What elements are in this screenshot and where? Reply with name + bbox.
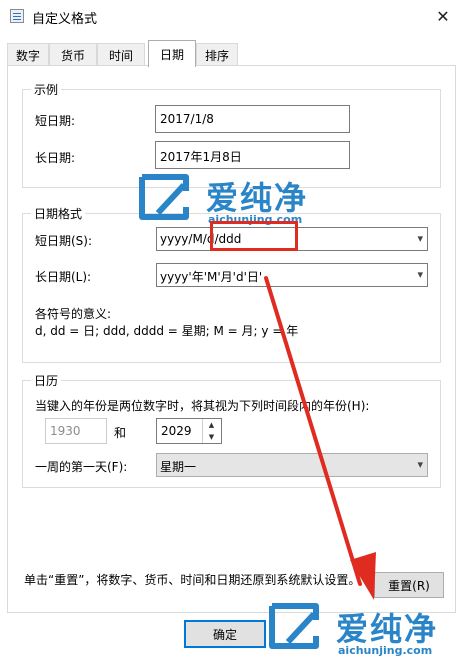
short-date-value: yyyy/M/d/ddd <box>160 232 242 246</box>
reset-button[interactable]: 重置(R) <box>374 572 444 598</box>
spin-down-icon[interactable]: ▼ <box>203 431 220 443</box>
tab-time[interactable]: 时间 <box>97 43 145 66</box>
year-from-field: 1930 <box>45 418 107 444</box>
window-title: 自定义格式 <box>32 12 98 27</box>
two-digit-year-text: 当键入的年份是两位数字时，将其视为下列时间段内的年份(H): <box>35 399 370 413</box>
chevron-down-icon[interactable]: ▾ <box>417 458 423 471</box>
tab-currency[interactable]: 货币 <box>49 43 97 66</box>
year-spinner[interactable]: ▲ ▼ <box>202 419 220 443</box>
example-long-value: 2017年1月8日 <box>155 141 350 169</box>
first-day-label: 一周的第一天(F): <box>35 460 128 474</box>
example-long-label: 长日期: <box>35 151 76 165</box>
chevron-down-icon[interactable]: ▾ <box>417 268 423 281</box>
example-legend: 示例 <box>31 81 62 98</box>
tab-date[interactable]: 日期 <box>148 40 196 67</box>
and-label: 和 <box>114 426 127 440</box>
spin-up-icon[interactable]: ▲ <box>203 419 220 431</box>
watermark-url: aichunjing.com <box>338 644 433 657</box>
long-date-combo[interactable]: yyyy'年'M'月'd'日' ▾ <box>156 263 428 287</box>
symbol-meaning-title: 各符号的意义: <box>35 307 112 321</box>
calendar-legend: 日历 <box>31 372 62 389</box>
example-short-label: 短日期: <box>35 114 76 128</box>
first-day-combo[interactable]: 星期一 ▾ <box>156 453 428 477</box>
ok-button[interactable]: 确定 <box>184 620 266 648</box>
example-group: 示例 <box>22 81 441 188</box>
app-icon <box>10 9 24 23</box>
tab-number[interactable]: 数字 <box>7 43 49 66</box>
date-format-legend: 日期格式 <box>31 205 86 222</box>
title-bar: 自定义格式 ✕ <box>0 0 465 32</box>
chevron-down-icon[interactable]: ▾ <box>417 232 423 245</box>
first-day-value: 星期一 <box>160 460 197 474</box>
close-button[interactable]: ✕ <box>428 2 458 30</box>
tab-sort[interactable]: 排序 <box>196 43 238 66</box>
short-date-label: 短日期(S): <box>35 234 93 248</box>
reset-description: 单击“重置”，将数字、货币、时间和日期还原到系统默认设置。 <box>24 573 361 587</box>
long-date-label: 长日期(L): <box>35 270 92 284</box>
symbol-meaning-text: d, dd = 日; ddd, dddd = 星期; M = 月; y = 年 <box>35 324 299 338</box>
short-date-combo[interactable]: yyyy/M/d/ddd ▾ <box>156 227 428 251</box>
example-short-value: 2017/1/8 <box>155 105 350 133</box>
long-date-value: yyyy'年'M'月'd'日' <box>160 270 263 284</box>
year-to-value: 2029 <box>161 424 192 438</box>
